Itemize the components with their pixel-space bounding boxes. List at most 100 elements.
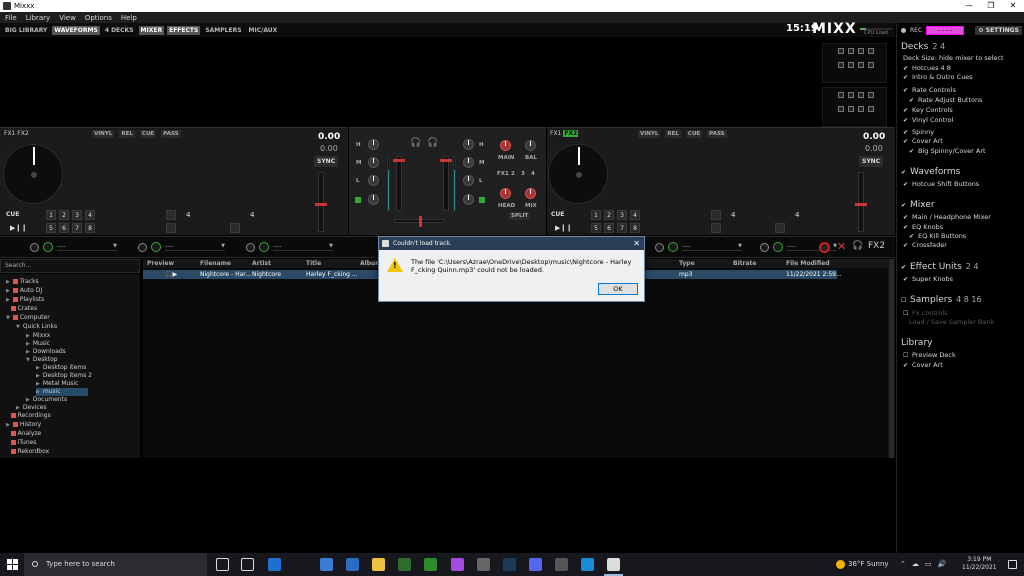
tree-expand-icon[interactable]: ▶: [6, 279, 10, 285]
tree-expand-icon[interactable]: ▶: [36, 389, 40, 395]
deck2-eq-low-knob[interactable]: [463, 175, 474, 186]
panel-opt-rate-controls[interactable]: ✔ Rate Controls: [903, 86, 956, 94]
panel-opt-cover-art[interactable]: ✔ Cover Art: [903, 137, 943, 145]
checkmark-icon[interactable]: ✔: [901, 169, 908, 176]
deck2-sync-button[interactable]: SYNC: [859, 156, 884, 167]
app-green-icon[interactable]: [398, 558, 411, 571]
tree-expand-icon[interactable]: ▼: [6, 315, 10, 321]
deck2-loop-button[interactable]: [711, 210, 721, 220]
column-header-preview[interactable]: Preview: [147, 260, 174, 267]
deck1-hotcue-3[interactable]: 3: [72, 210, 82, 220]
task-view-icon[interactable]: [241, 558, 254, 571]
deck2-hotcue-5[interactable]: 5: [591, 223, 601, 233]
panel-count-options[interactable]: 2 4: [932, 42, 945, 51]
checkmark-icon[interactable]: ✔: [909, 97, 916, 104]
library-search-input[interactable]: Search...: [0, 259, 140, 273]
weather-widget[interactable]: 36°F Sunny: [836, 553, 889, 576]
effect-4-power-icon[interactable]: [655, 242, 664, 252]
tree-item-mixxx[interactable]: ▶ Mixxx: [26, 332, 50, 340]
column-header-artist[interactable]: Artist: [252, 260, 271, 267]
checkmark-icon[interactable]: ✔: [909, 148, 916, 155]
toolbar-mixer-button[interactable]: MIXER: [138, 25, 165, 35]
deck1-pitch-slider[interactable]: [315, 172, 327, 232]
tree-expand-icon[interactable]: ▶: [26, 333, 30, 339]
checkmark-icon[interactable]: ✔: [903, 138, 910, 145]
checkbox-icon[interactable]: ☐: [903, 352, 910, 359]
headphone-fx-icon[interactable]: 🎧: [852, 241, 863, 251]
panel-opt-eq-knobs[interactable]: ✔ EQ Knobs: [903, 223, 943, 231]
deck2-hotcue-8[interactable]: 8: [630, 223, 640, 233]
deck2-hotcue-3[interactable]: 3: [617, 210, 627, 220]
panel-opt-big-spinny-cover-art[interactable]: ✔ Big Spinny/Cover Art: [909, 147, 986, 155]
deck1-beatjump-button[interactable]: [230, 223, 240, 233]
deck2-hotcue-2[interactable]: 2: [604, 210, 614, 220]
tree-expand-icon[interactable]: [6, 413, 8, 419]
deck1-cue-mode-button[interactable]: CUE: [139, 130, 157, 138]
deck2-filter-knob[interactable]: [463, 194, 474, 205]
tree-expand-icon[interactable]: ▶: [36, 381, 40, 387]
mail-icon[interactable]: [268, 558, 281, 571]
volume-icon[interactable]: 🔊: [938, 553, 947, 576]
tree-expand-icon[interactable]: ▶: [36, 365, 40, 371]
tree-expand-icon[interactable]: ▼: [26, 357, 30, 363]
checkmark-icon[interactable]: ✔: [903, 362, 910, 369]
deck2-fx1[interactable]: FX1: [550, 130, 561, 137]
tree-item-auto-dj[interactable]: ▶ Auto DJ: [6, 287, 42, 295]
deck1-hotcue-8[interactable]: 8: [85, 223, 95, 233]
tree-expand-icon[interactable]: ▶: [26, 349, 30, 355]
cortana-icon[interactable]: [216, 558, 229, 571]
deck2-hotcue-1[interactable]: 1: [591, 210, 601, 220]
deck2-eq-high-knob[interactable]: [463, 139, 474, 150]
effect-rack-2[interactable]: [822, 87, 887, 127]
checkmark-icon[interactable]: ✔: [903, 224, 910, 231]
network-icon[interactable]: ▭: [925, 553, 932, 576]
panel-opt-vinyl-control[interactable]: ✔ Vinyl Control: [903, 116, 953, 124]
edge-icon[interactable]: [581, 558, 594, 571]
tree-item-history[interactable]: ▶ History: [6, 421, 41, 429]
settings-button[interactable]: ⚙ SETTINGS: [975, 25, 1022, 35]
deck1-vinyl-button[interactable]: VINYL: [92, 130, 115, 138]
messenger-icon[interactable]: [451, 558, 464, 571]
settings-icon[interactable]: [555, 558, 568, 571]
tree-expand-icon[interactable]: [6, 449, 8, 455]
fx-assign-4[interactable]: 4: [531, 171, 535, 177]
dialog-close-button[interactable]: ✕: [633, 237, 640, 250]
checkmark-icon[interactable]: ✔: [903, 74, 910, 81]
maximize-button[interactable]: ❐: [980, 0, 1002, 12]
deck1-eq-mid-knob[interactable]: [368, 157, 379, 168]
deck2-pitch-slider[interactable]: [855, 172, 867, 232]
steam-icon[interactable]: [503, 558, 516, 571]
row-preview-icon[interactable]: 🎧▶: [165, 271, 177, 278]
deck1-volume-fader[interactable]: [393, 156, 405, 211]
deck2-volume-fader[interactable]: [440, 156, 452, 211]
menu-options[interactable]: Options: [85, 14, 112, 22]
deck2-play-button[interactable]: ▶❙❙: [555, 224, 572, 232]
checkbox-icon[interactable]: ☐: [901, 297, 908, 304]
effect-1-meta-knob[interactable]: [43, 242, 53, 252]
notification-icon[interactable]: [1008, 560, 1017, 569]
tree-expand-icon[interactable]: ▶: [36, 373, 40, 379]
tree-item-documents[interactable]: ▶ Documents: [26, 396, 67, 404]
tree-expand-icon[interactable]: ▼: [16, 324, 20, 330]
xbox-icon[interactable]: [424, 558, 437, 571]
column-header-type[interactable]: Type: [679, 260, 695, 267]
effect-3-meta-knob[interactable]: [259, 242, 269, 252]
panel-opt-key-controls[interactable]: ✔ Key Controls: [903, 106, 953, 114]
deck1-play-button[interactable]: ▶❙❙: [10, 224, 27, 232]
deck1-sync-button[interactable]: SYNC: [314, 156, 339, 167]
tree-expand-icon[interactable]: ▶: [6, 297, 10, 303]
checkmark-icon[interactable]: ✔: [903, 129, 910, 136]
close-window-button[interactable]: ✕: [1002, 0, 1024, 12]
deck1-eq-high-knob[interactable]: [368, 139, 379, 150]
deck1-pass-button[interactable]: PASS: [161, 130, 181, 138]
balance-knob[interactable]: [525, 140, 536, 151]
tree-expand-icon[interactable]: [6, 431, 8, 437]
windows-start-icon[interactable]: [7, 559, 18, 570]
deck1-hotcue-1[interactable]: 1: [46, 210, 56, 220]
headphone-icon-2[interactable]: 🎧: [427, 138, 438, 148]
checkmark-icon[interactable]: ✔: [903, 107, 910, 114]
library-scrollbar[interactable]: [888, 259, 895, 458]
tree-expand-icon[interactable]: [6, 306, 8, 312]
menu-view[interactable]: View: [59, 14, 76, 22]
panel-opt-rate-adjust-buttons[interactable]: ✔ Rate Adjust Buttons: [909, 96, 983, 104]
